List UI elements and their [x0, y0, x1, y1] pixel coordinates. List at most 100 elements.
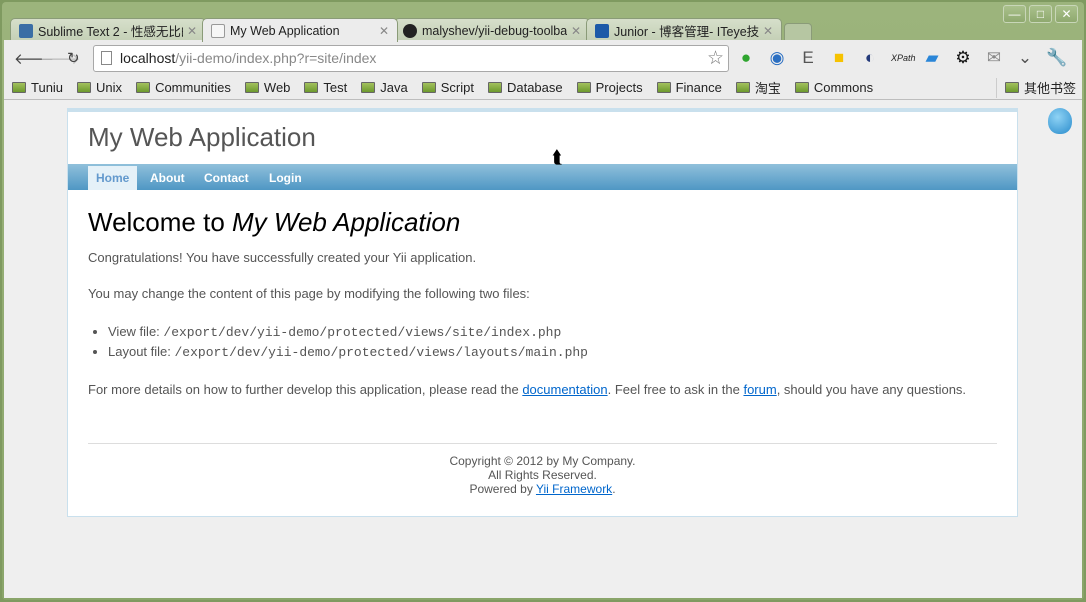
wrench-icon[interactable]: 🔧: [1046, 48, 1067, 68]
mouse-cursor-icon: ⮬: [552, 147, 563, 167]
bookmark-folder[interactable]: Finance: [656, 78, 722, 97]
tab-github[interactable]: malyshev/yii-debug-toolbar ✕: [394, 18, 590, 42]
bookmark-folder[interactable]: Tuniu: [12, 78, 63, 97]
reload-button[interactable]: ↻: [67, 49, 80, 67]
tab-sublime[interactable]: Sublime Text 2 - 性感无比的 ✕: [10, 18, 206, 42]
gmail-icon[interactable]: ✉: [984, 48, 1004, 68]
details-part: , should you have any questions.: [776, 382, 967, 397]
minimize-button[interactable]: —: [1003, 5, 1026, 23]
notes-icon[interactable]: ▰: [922, 48, 942, 68]
bookmark-folder[interactable]: Unix: [77, 78, 122, 97]
list-item: View file: /export/dev/yii-demo/protecte…: [108, 322, 997, 342]
site-logo: My Web Application: [88, 122, 316, 152]
screenshot-icon[interactable]: ■: [829, 48, 849, 68]
heading-prefix: Welcome to: [88, 207, 233, 237]
rss-icon[interactable]: ◉: [767, 48, 787, 68]
url-path: /yii-demo/index.php?r=site/index: [175, 50, 377, 66]
tab-iteye[interactable]: Junior - 博客管理- ITeye技术 ✕: [586, 18, 782, 42]
menu-contact[interactable]: Contact: [196, 166, 257, 190]
bookmark-folder[interactable]: Java: [361, 78, 408, 97]
bookmark-folder[interactable]: 淘宝: [735, 78, 781, 97]
file-list: View file: /export/dev/yii-demo/protecte…: [108, 322, 997, 362]
details-text: For more details on how to further devel…: [88, 382, 997, 397]
file-path: /export/dev/yii-demo/protected/views/sit…: [163, 325, 562, 340]
heading-app-name: My Web Application: [232, 207, 461, 237]
tab-title: Junior - 博客管理- ITeye技术: [614, 25, 759, 39]
folder-icon: [735, 82, 750, 93]
settings-icon[interactable]: ⚙: [953, 48, 973, 68]
details-part: For more details on how to further devel…: [88, 382, 523, 397]
page-footer: Copyright © 2012 by My Company. All Righ…: [88, 443, 997, 496]
tab-title: malyshev/yii-debug-toolbar: [422, 23, 567, 38]
bookmark-star-icon[interactable]: ☆: [707, 46, 724, 71]
folder-icon: [77, 82, 92, 93]
close-tab-icon[interactable]: ✕: [379, 24, 389, 38]
rights-text: All Rights Reserved.: [488, 468, 597, 482]
maximize-button[interactable]: □: [1029, 5, 1052, 23]
tab-title: Sublime Text 2 - 性感无比的: [38, 25, 183, 39]
bookmark-folder[interactable]: Web: [244, 78, 290, 97]
bookmark-folder[interactable]: Commons: [794, 78, 874, 97]
yii-debug-toolbar-icon[interactable]: [1048, 108, 1072, 134]
bookmark-folder[interactable]: Script: [421, 78, 474, 97]
folder-icon: [304, 82, 319, 93]
bookmark-label: 淘宝: [754, 81, 781, 96]
menu-about[interactable]: About: [142, 166, 193, 190]
file-label: View file:: [108, 324, 164, 339]
bookmarks-bar: Tuniu Unix Communities Web Test Java Script Dat…: [4, 76, 1082, 100]
documentation-link[interactable]: documentation: [522, 382, 607, 397]
powered-text: Powered by: [469, 482, 536, 496]
close-tab-icon[interactable]: ✕: [571, 24, 581, 38]
close-tab-icon[interactable]: ✕: [187, 24, 197, 38]
folder-icon: [12, 82, 26, 93]
forum-link[interactable]: forum: [743, 382, 776, 397]
file-path: /export/dev/yii-demo/protected/views/lay…: [174, 345, 588, 360]
bookmark-folder[interactable]: Database: [487, 78, 563, 97]
bookmark-folder[interactable]: Test: [304, 78, 347, 97]
address-bar[interactable]: localhost/yii-demo/index.php?r=site/inde…: [93, 45, 729, 72]
bookmark-folder[interactable]: Projects: [576, 78, 643, 97]
page-icon: [211, 23, 225, 38]
menu-home[interactable]: Home: [88, 166, 138, 190]
sublime-icon: [19, 23, 33, 38]
bookmark-label: Finance: [675, 80, 722, 95]
close-tab-icon[interactable]: ✕: [763, 24, 773, 38]
speed-icon[interactable]: ◐: [860, 48, 880, 68]
folder-icon: [244, 82, 259, 93]
toolbar: 🡐 🡒 ↻ localhost/yii-demo/index.php?r=sit…: [4, 40, 1082, 76]
folder-icon: [794, 82, 809, 93]
tab-my-web-application[interactable]: My Web Application ✕: [202, 18, 398, 42]
folder-icon: [421, 82, 436, 93]
github-icon: [403, 23, 417, 38]
folder-icon: [361, 82, 376, 93]
bookmark-label: Script: [440, 80, 474, 95]
tab-title: My Web Application: [230, 23, 340, 38]
close-window-button[interactable]: ✕: [1055, 5, 1078, 23]
details-part: . Feel free to ask in the: [607, 382, 744, 397]
pocket-icon[interactable]: ⌄: [1015, 48, 1035, 68]
xpath-icon[interactable]: XPath: [891, 48, 916, 68]
bookmark-label: Test: [323, 80, 348, 95]
list-item: Layout file: /export/dev/yii-demo/protec…: [108, 342, 997, 362]
folder-icon: [656, 82, 671, 93]
folder-icon: [136, 82, 151, 93]
bookmark-label: Commons: [813, 80, 874, 95]
yii-framework-link[interactable]: Yii Framework: [536, 482, 612, 496]
bookmark-label: Communities: [155, 80, 231, 95]
bookmark-label: 其他书签: [1023, 81, 1076, 96]
page-content: Welcome to My Web Application Congratula…: [88, 207, 997, 418]
url-host: localhost: [120, 50, 176, 66]
other-bookmarks[interactable]: 其他书签: [1004, 78, 1076, 97]
page-heading: Welcome to My Web Application: [88, 207, 997, 238]
bookmark-folder[interactable]: Communities: [136, 78, 231, 97]
congrats-text: Congratulations! You have successfully c…: [88, 250, 477, 265]
android-icon[interactable]: ●: [736, 48, 756, 68]
page-icon: [101, 51, 112, 65]
tab-strip: Sublime Text 2 - 性感无比的 ✕ My Web Applicati…: [10, 18, 812, 42]
evernote-icon[interactable]: E: [798, 48, 818, 68]
menu-login[interactable]: Login: [261, 166, 310, 190]
bookmark-label: Tuniu: [31, 80, 64, 95]
file-label: Layout file:: [108, 344, 175, 359]
new-tab-button[interactable]: [784, 23, 812, 41]
period: .: [612, 482, 616, 496]
